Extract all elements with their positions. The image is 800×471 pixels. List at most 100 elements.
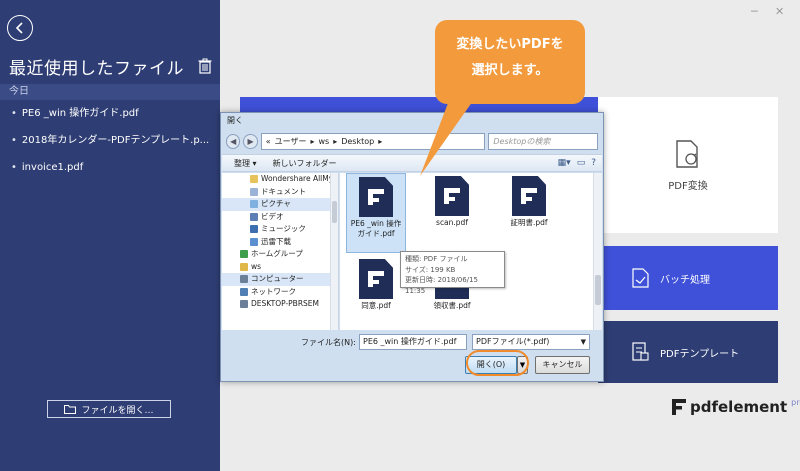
nav-item[interactable]: DESKTOP-PBRSEM [222, 298, 338, 311]
sidebar-title: 最近使用したファイル [9, 59, 184, 79]
logo-text: pdfelement [690, 398, 788, 416]
path-separator[interactable]: ▸ [310, 134, 314, 149]
trash-icon[interactable] [198, 58, 212, 74]
convert-label: PDF変換 [668, 180, 708, 192]
file-name: 証明書.pdf [510, 218, 548, 227]
filetype-select[interactable]: PDFファイル(*.pdf) ▼ [472, 334, 590, 350]
path-segment: « [265, 136, 271, 146]
organize-button[interactable]: 整理 ▾ [234, 158, 257, 169]
nav-scrollbar[interactable] [330, 173, 338, 330]
dialog-toolbar: 整理 ▾ 新しいフォルダー ▦▾ ▭ ? [222, 154, 602, 172]
nav-item[interactable]: ws [222, 261, 338, 274]
filename-input[interactable]: PE6 _win 操作ガイド.pdf [359, 334, 467, 350]
template-label: PDFテンプレート [660, 348, 740, 360]
path-segment[interactable]: ws [318, 134, 329, 149]
recent-files-sidebar: 最近使用したファイル 今日 PE6 _win 操作ガイド.pdf 2018年カレ… [0, 0, 220, 471]
back-button[interactable] [7, 15, 33, 41]
file-name: scan.pdf [436, 218, 468, 227]
file-tile[interactable]: scan.pdf [422, 173, 482, 253]
open-file-button[interactable]: ファイルを開く… [47, 400, 171, 418]
template-icon [632, 342, 649, 361]
view-toggle-icon[interactable]: ▦▾ [558, 158, 571, 168]
nav-item[interactable]: ドキュメント [222, 186, 338, 199]
minimize-icon[interactable]: ─ [751, 5, 758, 18]
file-tooltip: 種類: PDF ファイル サイズ: 199 KB 更新日時: 2018/06/15 … [400, 251, 505, 295]
chevron-left-icon [15, 22, 23, 34]
callout-pointer [420, 98, 475, 176]
recent-file-list: PE6 _win 操作ガイド.pdf 2018年カレンダー-PDFテンプレート.… [0, 104, 220, 185]
file-tile[interactable]: 同意.pdf [346, 256, 406, 330]
nav-item[interactable]: ミュージック [222, 223, 338, 236]
pdf-file-icon [359, 259, 393, 299]
recent-file-item[interactable]: 2018年カレンダー-PDFテンプレート.p... [0, 131, 220, 158]
dialog-buttons: 開く(O) ▼ キャンセル [221, 356, 603, 376]
pc-icon [240, 275, 248, 284]
recent-file-item[interactable]: invoice1.pdf [0, 158, 220, 185]
convert-pdf-card[interactable]: PDF変換 [598, 97, 778, 233]
app-window: 最近使用したファイル 今日 PE6 _win 操作ガイド.pdf 2018年カレ… [0, 0, 800, 471]
nav-item[interactable]: Wondershare AllMy [222, 173, 338, 186]
logo-pro-badge: pro [791, 397, 800, 407]
tooltip-type: 種類: PDF ファイル [405, 255, 468, 263]
doc-icon [250, 187, 258, 196]
nav-item-label: コンピューター [251, 274, 304, 283]
nav-item[interactable]: ビデオ [222, 211, 338, 224]
pdfelement-logo-icon [672, 399, 686, 415]
pc-icon [240, 300, 248, 309]
file-tile[interactable]: 証明書.pdf [499, 173, 559, 253]
recent-file-item[interactable]: PE6 _win 操作ガイド.pdf [0, 104, 220, 131]
nav-item-label: ミュージック [261, 224, 306, 233]
home-icon [240, 250, 248, 259]
video-icon [250, 212, 258, 221]
nav-item-label: ws [251, 261, 262, 271]
back-arrow-icon[interactable]: ◀ [226, 133, 241, 149]
close-icon[interactable]: ✕ [775, 5, 784, 18]
navigation-pane: Wondershare AllMy ドキュメント ピクチャビデオミュージック 迅雷下载… [222, 173, 339, 330]
cancel-button[interactable]: キャンセル [535, 356, 590, 374]
convert-icon [676, 139, 698, 168]
path-separator[interactable]: ▸ [333, 134, 337, 149]
nav-item[interactable]: ホームグループ [222, 248, 338, 261]
nav-item-label: ピクチャ [261, 199, 291, 208]
nav-item-label: ビデオ [261, 211, 284, 221]
pic-icon [250, 200, 258, 209]
nav-item-label: ネットワーク [251, 286, 296, 296]
address-row: ◀ ▶ « ユーザー ▸ ws ▸ Desktop ▸ Desktopの検索 [226, 131, 598, 151]
nav-item-label: ホームグループ [251, 249, 303, 258]
pdf-file-icon [359, 177, 393, 217]
path-segment[interactable]: ユーザー [275, 134, 307, 149]
pdf-template-card[interactable]: PDFテンプレート [598, 321, 778, 383]
preview-pane-icon[interactable]: ▭ [577, 158, 586, 168]
nav-item[interactable]: ピクチャ [222, 198, 338, 211]
new-folder-button[interactable]: 新しいフォルダー [273, 158, 337, 169]
filename-row: ファイル名(N): PE6 _win 操作ガイド.pdf PDFファイル(*.p… [221, 334, 603, 352]
pdf-file-icon [435, 176, 469, 216]
nav-item[interactable]: ネットワーク [222, 286, 338, 299]
nav-item-label: 迅雷下载 [261, 236, 291, 246]
help-icon[interactable]: ? [591, 158, 596, 168]
batch-label: バッチ処理 [660, 274, 710, 286]
nav-item-label: Wondershare AllMy [261, 174, 334, 183]
net-icon [240, 287, 248, 296]
batch-icon [632, 268, 649, 288]
path-segment[interactable]: Desktop [341, 134, 374, 149]
nav-item[interactable]: コンピューター [222, 273, 338, 286]
callout-line-2: 選択します。 [471, 63, 549, 78]
search-input[interactable]: Desktopの検索 [488, 132, 598, 150]
filetype-value: PDFファイル(*.pdf) [476, 337, 550, 346]
files-scrollbar[interactable] [593, 173, 602, 330]
open-file-label: ファイルを開く… [81, 405, 154, 416]
tooltip-size: サイズ: 199 KB [405, 265, 456, 274]
path-separator[interactable]: ▸ [378, 134, 382, 149]
file-tile[interactable]: PE6 _win 操作ガイド.pdf [346, 173, 406, 253]
file-name: 領収書.pdf [433, 301, 471, 310]
nav-item-label: DESKTOP-PBRSEM [251, 299, 320, 308]
chevron-down-icon: ▼ [580, 338, 586, 346]
file-name: PE6 _win 操作ガイド.pdf [350, 219, 402, 238]
filename-label: ファイル名(N): [301, 338, 356, 347]
pdf-file-icon [512, 176, 546, 216]
nav-item[interactable]: 迅雷下载 [222, 236, 338, 249]
dl-icon [250, 237, 258, 246]
forward-arrow-icon[interactable]: ▶ [243, 133, 258, 149]
batch-process-card[interactable]: バッチ処理 [598, 246, 778, 310]
